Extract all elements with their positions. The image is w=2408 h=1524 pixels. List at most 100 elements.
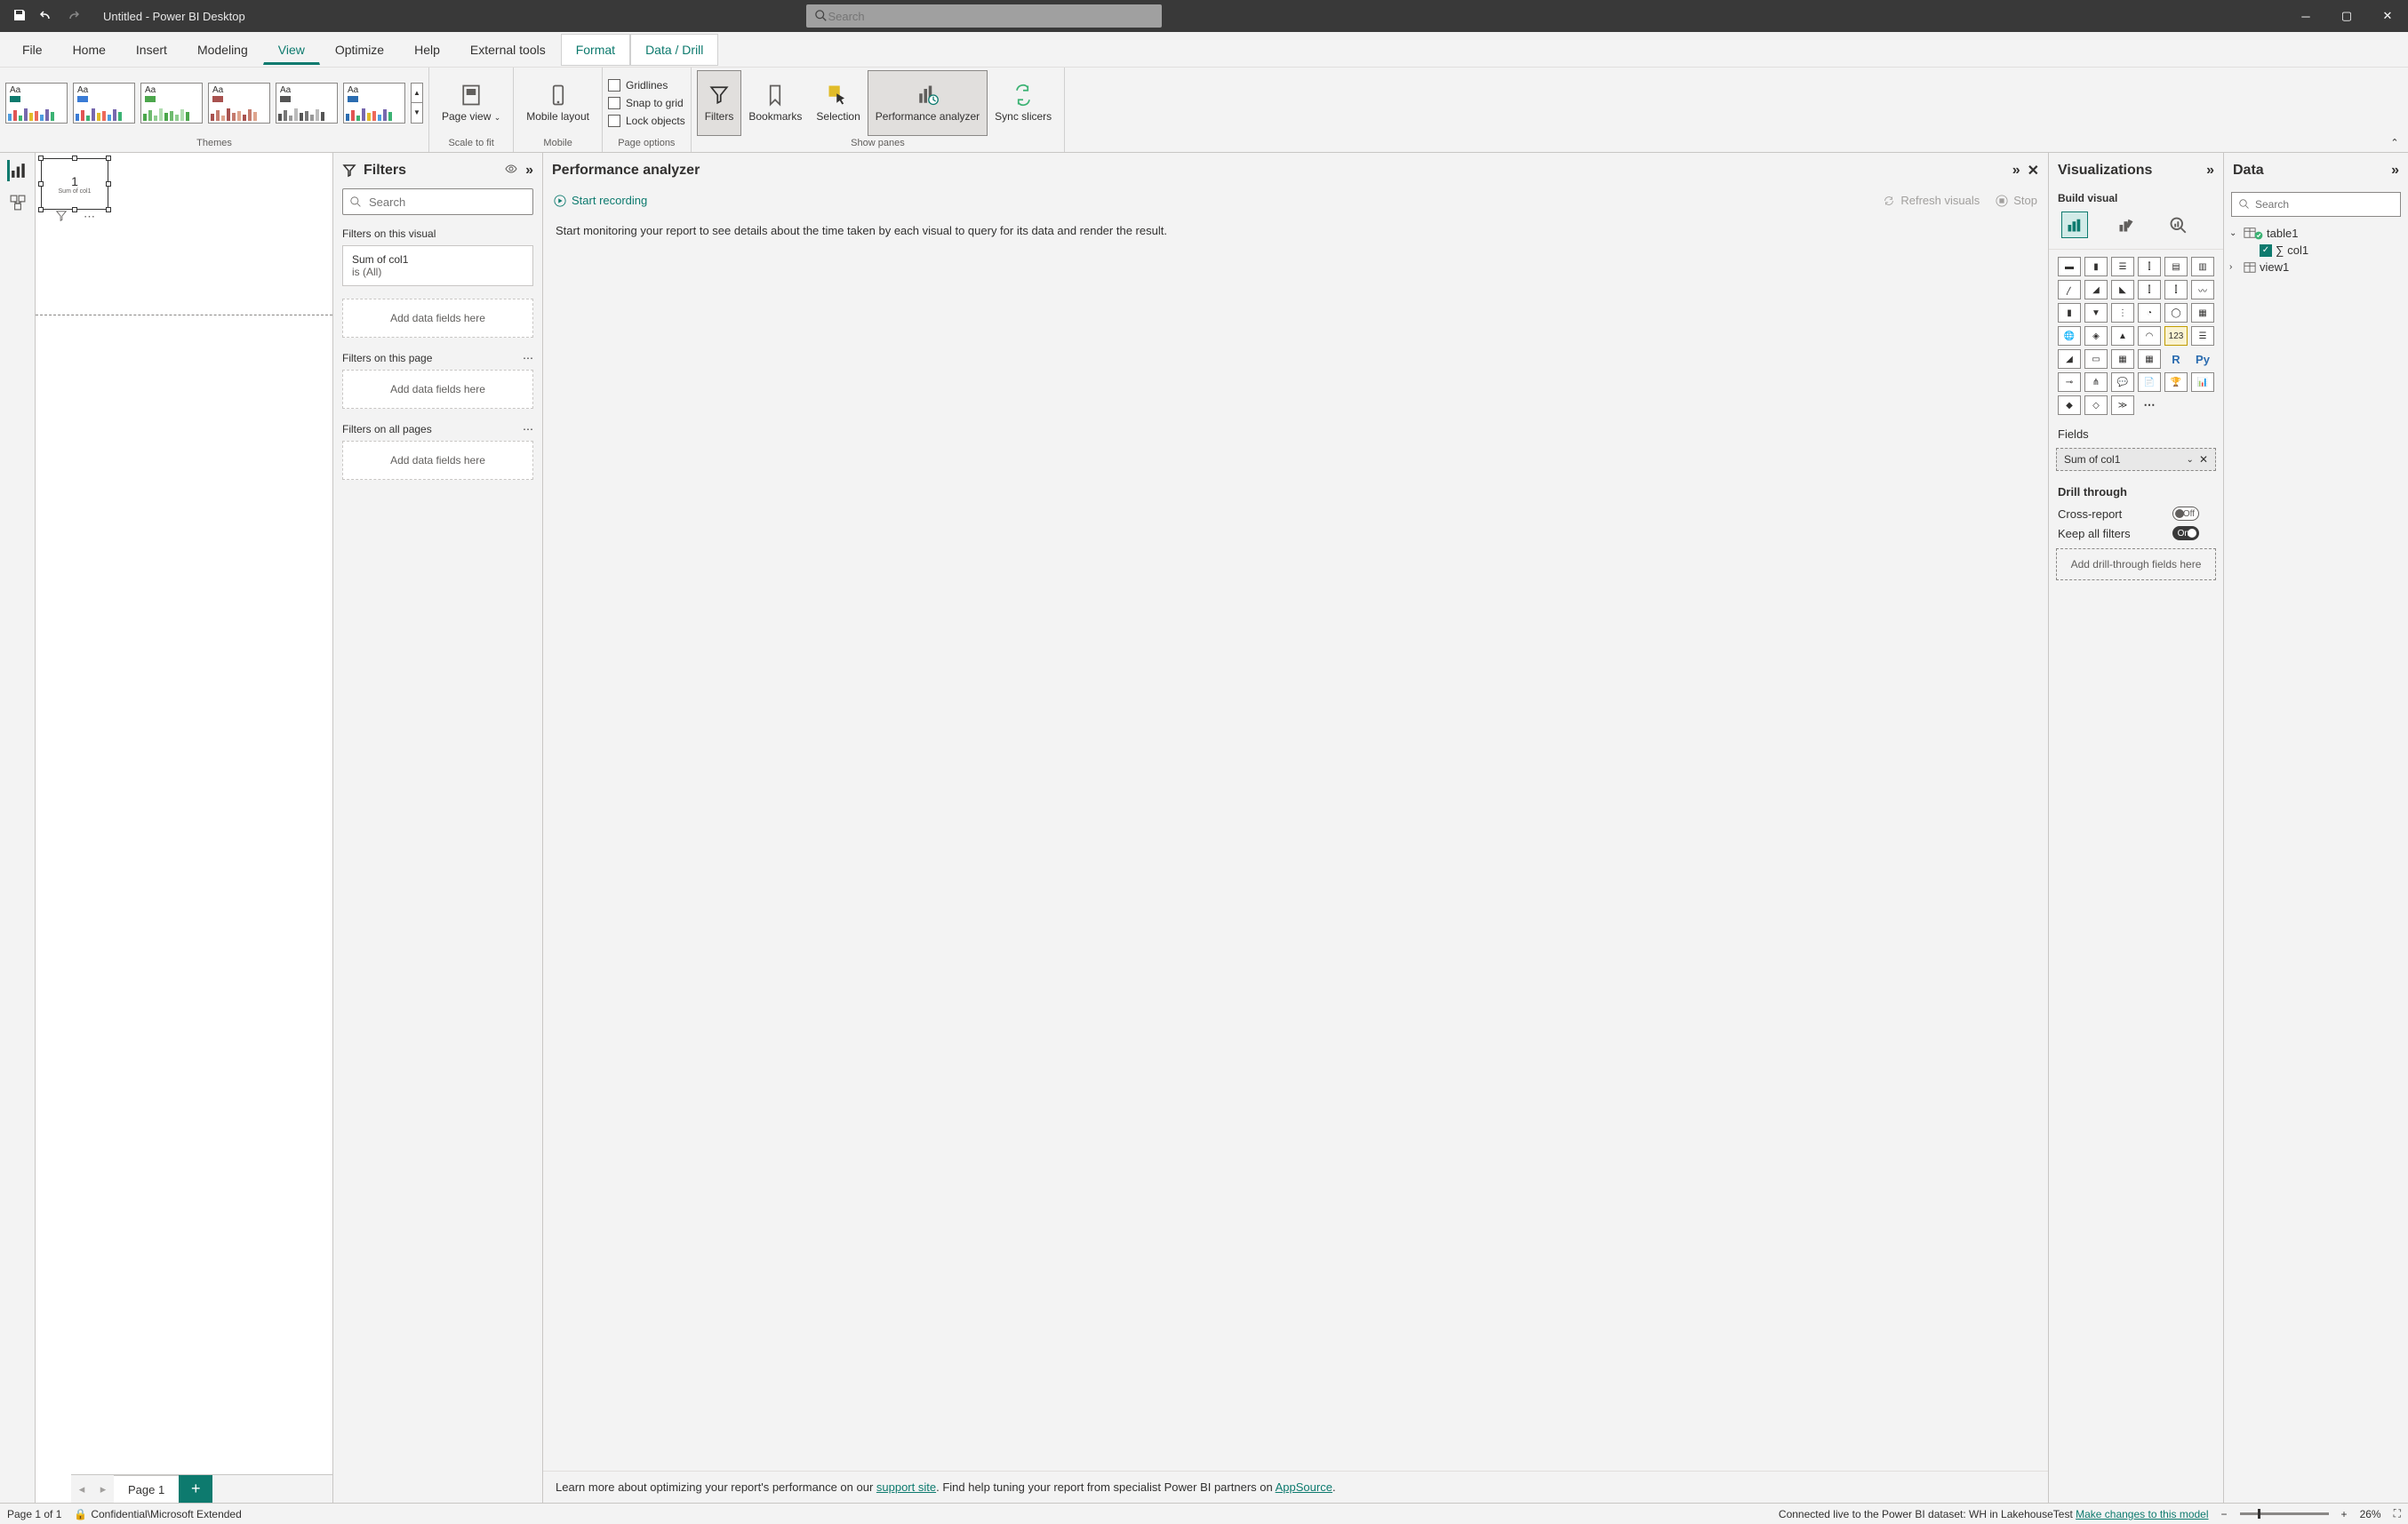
- build-visual-mode[interactable]: [2061, 211, 2088, 238]
- undo-icon[interactable]: [39, 8, 53, 25]
- viz-pie[interactable]: ◔: [2138, 303, 2161, 323]
- viz-goals[interactable]: 🏆: [2164, 372, 2188, 392]
- viz-waterfall[interactable]: ▮: [2058, 303, 2081, 323]
- ribbon-collapse[interactable]: ⌃: [2381, 68, 2408, 152]
- viz-narrative[interactable]: 📄: [2138, 372, 2161, 392]
- theme-tile[interactable]: Aa: [73, 83, 135, 124]
- tab-insert[interactable]: Insert: [121, 34, 182, 65]
- viz-filled-map[interactable]: ◈: [2084, 326, 2108, 346]
- filter-visual-drop[interactable]: Add data fields here: [342, 299, 533, 338]
- global-search[interactable]: [806, 4, 1162, 28]
- viz-scatter[interactable]: ⋮: [2111, 303, 2134, 323]
- viz-paginated[interactable]: 📊: [2191, 372, 2214, 392]
- viz-clustered-column[interactable]: ⫿: [2138, 257, 2161, 276]
- viz-power-apps[interactable]: ◆: [2058, 395, 2081, 415]
- theme-tile[interactable]: Aa: [140, 83, 203, 124]
- tab-view[interactable]: View: [263, 34, 320, 65]
- viz-azure-map[interactable]: ▲: [2111, 326, 2134, 346]
- filters-visibility-icon[interactable]: [504, 162, 518, 180]
- save-icon[interactable]: [12, 8, 27, 25]
- tab-format[interactable]: Format: [561, 34, 630, 66]
- page-prev[interactable]: ◂: [71, 1475, 92, 1503]
- viz-stacked-column[interactable]: ▮: [2084, 257, 2108, 276]
- report-view-icon[interactable]: [7, 160, 28, 181]
- viz-r[interactable]: R: [2164, 349, 2188, 369]
- theme-tile[interactable]: Aa: [276, 83, 338, 124]
- filters-collapse-icon[interactable]: »: [525, 163, 533, 179]
- viz-power-automate[interactable]: ◇: [2084, 395, 2108, 415]
- filters-search-input[interactable]: [369, 195, 525, 209]
- tree-col1[interactable]: ✓ ∑ col1: [2229, 242, 2403, 259]
- theme-tile[interactable]: Aa: [208, 83, 270, 124]
- add-page-button[interactable]: +: [179, 1475, 212, 1503]
- viz-field-well[interactable]: Sum of col1 ⌄ ✕: [2056, 448, 2216, 471]
- tab-data-drill[interactable]: Data / Drill: [630, 34, 718, 66]
- appsource-link[interactable]: AppSource: [1276, 1480, 1332, 1494]
- viz-key-influencers[interactable]: ⊸: [2058, 372, 2081, 392]
- tab-file[interactable]: File: [7, 34, 58, 65]
- theme-tile[interactable]: Aa: [343, 83, 405, 124]
- viz-100-bar[interactable]: ▤: [2164, 257, 2188, 276]
- performance-analyzer-button[interactable]: Performance analyzer: [868, 70, 988, 136]
- viz-collapse-icon[interactable]: »: [2206, 163, 2214, 179]
- theme-tile[interactable]: Aa: [5, 83, 68, 124]
- viz-more-icon[interactable]: ⋯: [2138, 395, 2161, 415]
- gridlines-checkbox[interactable]: Gridlines: [608, 77, 668, 93]
- filters-pane-button[interactable]: Filters: [697, 70, 742, 136]
- page-view-button[interactable]: Page view ⌄: [435, 70, 508, 136]
- viz-more1[interactable]: ≫: [2111, 395, 2134, 415]
- page-next[interactable]: ▸: [92, 1475, 114, 1503]
- perf-collapse-icon[interactable]: »: [2012, 163, 2020, 179]
- analytics-mode[interactable]: [2164, 211, 2191, 238]
- tree-table1[interactable]: ⌄ table1: [2229, 224, 2403, 242]
- themes-dropdown[interactable]: ▲▼: [411, 83, 423, 124]
- viz-clustered-bar[interactable]: ☰: [2111, 257, 2134, 276]
- visual-filter-icon[interactable]: [55, 210, 68, 225]
- filter-all-drop[interactable]: Add data fields here: [342, 441, 533, 480]
- viz-funnel[interactable]: ▼: [2084, 303, 2108, 323]
- minimize-button[interactable]: ─: [2285, 0, 2326, 32]
- tree-view1[interactable]: › view1: [2229, 259, 2403, 275]
- viz-stacked-bar[interactable]: ▬: [2058, 257, 2081, 276]
- lock-checkbox[interactable]: Lock objects: [608, 113, 685, 129]
- col1-checkbox[interactable]: ✓: [2260, 244, 2272, 257]
- viz-area[interactable]: ◢: [2084, 280, 2108, 299]
- viz-line[interactable]: 〳: [2058, 280, 2081, 299]
- mobile-layout-button[interactable]: Mobile layout: [519, 70, 596, 136]
- close-button[interactable]: ✕: [2367, 0, 2408, 32]
- viz-matrix[interactable]: ▦: [2138, 349, 2161, 369]
- viz-gauge[interactable]: ◠: [2138, 326, 2161, 346]
- model-view-icon[interactable]: [7, 192, 28, 213]
- viz-ribbon[interactable]: 〰: [2191, 280, 2214, 299]
- zoom-in[interactable]: +: [2341, 1508, 2348, 1520]
- data-search-input[interactable]: [2255, 198, 2393, 211]
- maximize-button[interactable]: ▢: [2326, 0, 2367, 32]
- viz-qa[interactable]: 💬: [2111, 372, 2134, 392]
- zoom-out[interactable]: −: [2221, 1508, 2228, 1520]
- viz-line-column[interactable]: ⫿: [2138, 280, 2161, 299]
- viz-map[interactable]: 🌐: [2058, 326, 2081, 346]
- start-recording-button[interactable]: Start recording: [554, 194, 647, 207]
- filter-page-drop[interactable]: Add data fields here: [342, 370, 533, 409]
- page-tab-1[interactable]: Page 1: [114, 1475, 179, 1503]
- viz-line-clustered[interactable]: ⫿: [2164, 280, 2188, 299]
- viz-card[interactable]: 123: [2164, 326, 2188, 346]
- viz-decomposition[interactable]: ⋔: [2084, 372, 2108, 392]
- visual-more-icon[interactable]: ⋯: [84, 210, 95, 225]
- viz-stacked-area[interactable]: ◣: [2111, 280, 2134, 299]
- format-visual-mode[interactable]: [2113, 211, 2140, 238]
- filters-all-more[interactable]: ⋯: [523, 423, 533, 435]
- filters-search[interactable]: [342, 188, 533, 215]
- canvas-visual-card[interactable]: 1 Sum of col1: [41, 158, 108, 210]
- tab-modeling[interactable]: Modeling: [182, 34, 263, 65]
- global-search-input[interactable]: [828, 10, 1153, 23]
- selection-pane-button[interactable]: Selection: [809, 70, 867, 136]
- viz-slicer[interactable]: ▭: [2084, 349, 2108, 369]
- tab-external-tools[interactable]: External tools: [455, 34, 561, 65]
- viz-treemap[interactable]: ▦: [2191, 303, 2214, 323]
- tab-home[interactable]: Home: [58, 34, 121, 65]
- support-site-link[interactable]: support site: [876, 1480, 936, 1494]
- sync-slicers-button[interactable]: Sync slicers: [988, 70, 1059, 136]
- viz-kpi[interactable]: ◢: [2058, 349, 2081, 369]
- field-chevron-icon[interactable]: ⌄: [2187, 455, 2194, 465]
